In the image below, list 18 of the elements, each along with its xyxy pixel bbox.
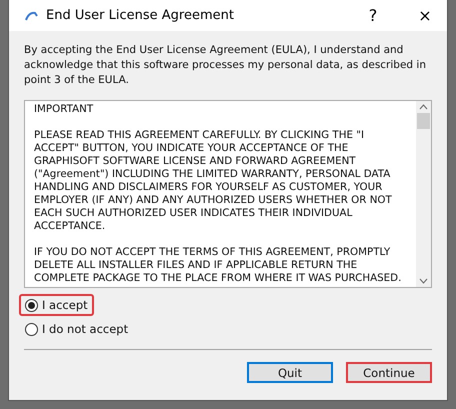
help-button[interactable]: ?	[351, 0, 395, 30]
radio-icon[interactable]	[25, 298, 38, 312]
radio-option[interactable]: I do not accept	[19, 318, 134, 340]
scroll-thumb[interactable]	[417, 113, 430, 129]
license-paragraph: IF YOU DO NOT ACCEPT THE TERMS OF THIS AGREEMENT, PROMPTLY DELETE ALL INSTALLER FILES AND IF APPLICABLE RETURN THE COMPLETE PACKAGE TO THE PLACE FROM WHERE IT WAS PURCHASED.	[34, 246, 402, 285]
license-paragraph: PLEASE READ THIS AGREEMENT CAREFULLY. BY CLICKING THE "I ACCEPT" BUTTON, YOU INDICATE YOUR ACCEPTANCE OF THE GRAPHISOFT SOFTWARE LICENSE AND FORWARD AGREEMENT ("Agreement") INCLUDING THE LIMITED WARRANTY, PERSONAL DATA HANDLING AND DISCLAIMERS FOR YOURSELF AS CUSTOMER, YOUR EMPLOYER (IF ANY) AND ANY AUTHORIZED USERS WHETHER OR NOT EACH SUCH AUTHORIZED USER INDICATES THEIR INDIVIDUAL ACCEPTANCE.	[34, 129, 393, 233]
window-title: End User License Agreement	[46, 8, 235, 23]
radio-label[interactable]: I do not accept	[42, 322, 128, 336]
dialog-button[interactable]: Quit	[247, 362, 333, 383]
radio-option[interactable]: I accept	[19, 294, 94, 316]
scrollbar[interactable]	[416, 101, 431, 287]
radio-label[interactable]: I accept	[42, 298, 88, 312]
app-logo-icon	[25, 10, 38, 20]
radio-icon[interactable]	[25, 322, 38, 336]
license-paragraph: IMPORTANT	[34, 103, 94, 116]
intro-text: By accepting the End User License Agreement (EULA), I understand and acknowledge that this software processes my personal data, as described in point 3 of the EULA.	[24, 43, 427, 88]
close-button[interactable]: ×	[403, 0, 447, 30]
dialog-button[interactable]: Continue	[346, 362, 432, 383]
